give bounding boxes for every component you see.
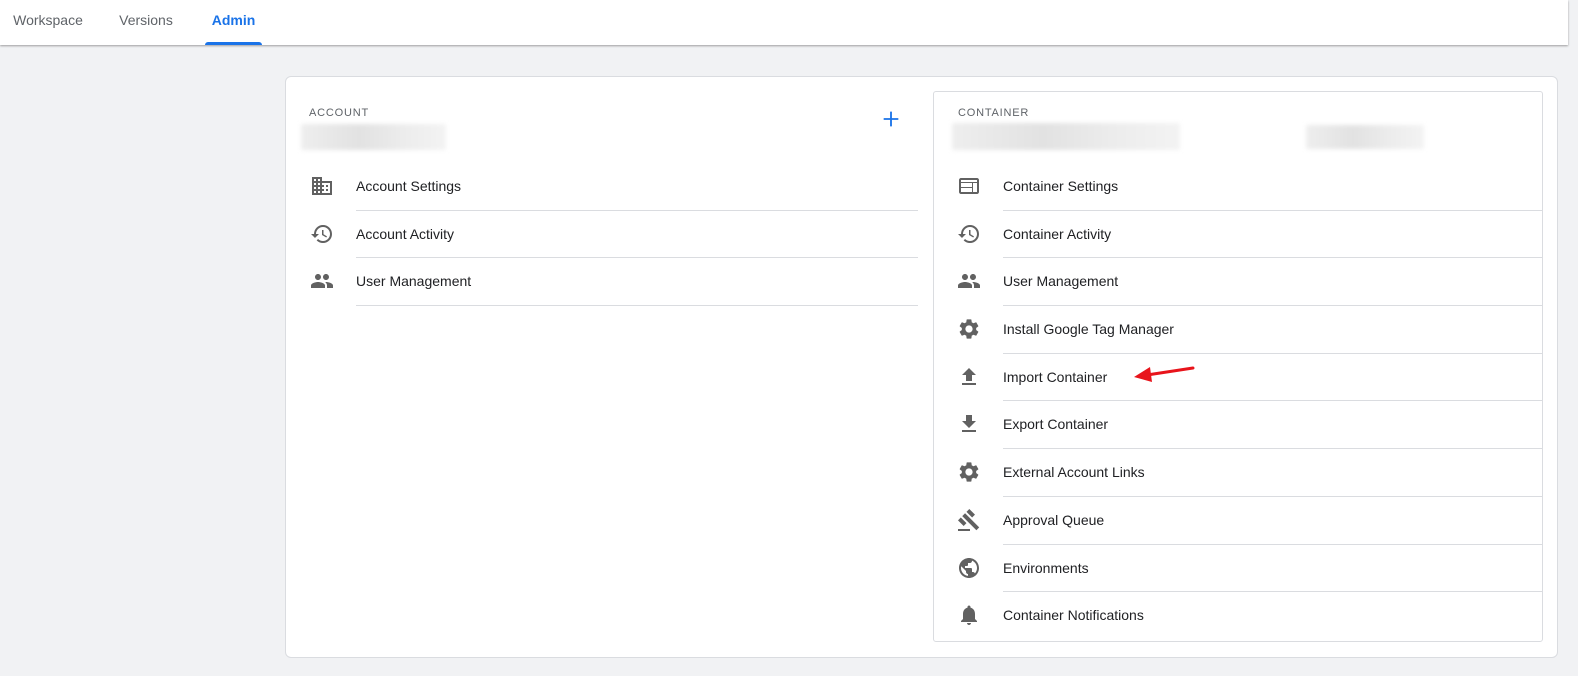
history-icon xyxy=(310,222,334,246)
account-menu: Account Settings Account Activity User M… xyxy=(299,163,918,307)
container-activity-label: Container Activity xyxy=(1003,211,1542,259)
install-gtm-label: Install Google Tag Manager xyxy=(1003,306,1542,354)
environments-label: Environments xyxy=(1003,545,1542,593)
gavel-icon xyxy=(957,508,981,532)
external-account-links-item[interactable]: External Account Links xyxy=(946,449,1542,497)
container-user-management-label: User Management xyxy=(1003,258,1542,307)
approval-queue-label: Approval Queue xyxy=(1003,497,1542,545)
account-user-management-label: User Management xyxy=(356,258,918,307)
account-column: ACCOUNT Account Settings Account Activit… xyxy=(286,77,918,657)
export-container-item[interactable]: Export Container xyxy=(946,401,1542,450)
account-activity-label: Account Activity xyxy=(356,211,918,259)
account-user-management-item[interactable]: User Management xyxy=(299,258,918,307)
external-account-links-label: External Account Links xyxy=(1003,449,1542,497)
container-settings-label: Container Settings xyxy=(1003,163,1542,211)
page-scrollbar[interactable] xyxy=(1568,0,1578,676)
container-settings-item[interactable]: Container Settings xyxy=(946,163,1542,211)
people-icon xyxy=(957,269,981,293)
account-activity-item[interactable]: Account Activity xyxy=(299,211,918,259)
plus-icon xyxy=(883,111,899,127)
container-notifications-label: Container Notifications xyxy=(1003,607,1144,624)
container-column: CONTAINER Container Settings Container A… xyxy=(933,91,1543,642)
container-section-label: CONTAINER xyxy=(958,107,1030,119)
approval-queue-item[interactable]: Approval Queue xyxy=(946,497,1542,545)
container-id-redacted xyxy=(1306,125,1424,149)
account-section-label: ACCOUNT xyxy=(309,107,369,119)
import-container-label: Import Container xyxy=(1003,354,1542,402)
environments-item[interactable]: Environments xyxy=(946,545,1542,593)
add-account-button[interactable] xyxy=(879,108,903,132)
container-name-redacted xyxy=(952,123,1180,150)
download-icon xyxy=(957,412,981,436)
people-icon xyxy=(310,269,334,293)
bell-icon xyxy=(957,603,981,627)
container-menu: Container Settings Container Activity Us… xyxy=(946,163,1542,640)
account-settings-label: Account Settings xyxy=(356,163,918,211)
admin-card: ACCOUNT Account Settings Account Activit… xyxy=(285,76,1558,658)
import-container-item[interactable]: Import Container xyxy=(946,354,1542,402)
building-icon xyxy=(310,174,334,198)
gear-icon xyxy=(957,317,981,341)
gear-icon xyxy=(957,460,981,484)
account-name-redacted xyxy=(301,124,446,150)
container-notifications-item[interactable]: Container Notifications xyxy=(946,592,1542,640)
tab-admin[interactable]: Admin xyxy=(205,0,262,45)
history-icon xyxy=(957,222,981,246)
tab-versions[interactable]: Versions xyxy=(104,0,188,45)
globe-icon xyxy=(957,556,981,580)
red-annotation-arrow-icon xyxy=(1134,366,1195,382)
container-activity-item[interactable]: Container Activity xyxy=(946,211,1542,259)
top-nav-bar: Workspace Versions Admin xyxy=(0,0,1568,45)
export-container-label: Export Container xyxy=(1003,401,1542,450)
upload-icon xyxy=(957,365,981,389)
account-settings-item[interactable]: Account Settings xyxy=(299,163,918,211)
install-gtm-item[interactable]: Install Google Tag Manager xyxy=(946,306,1542,354)
container-user-management-item[interactable]: User Management xyxy=(946,258,1542,307)
window-icon xyxy=(957,174,981,198)
tab-workspace[interactable]: Workspace xyxy=(0,0,96,45)
